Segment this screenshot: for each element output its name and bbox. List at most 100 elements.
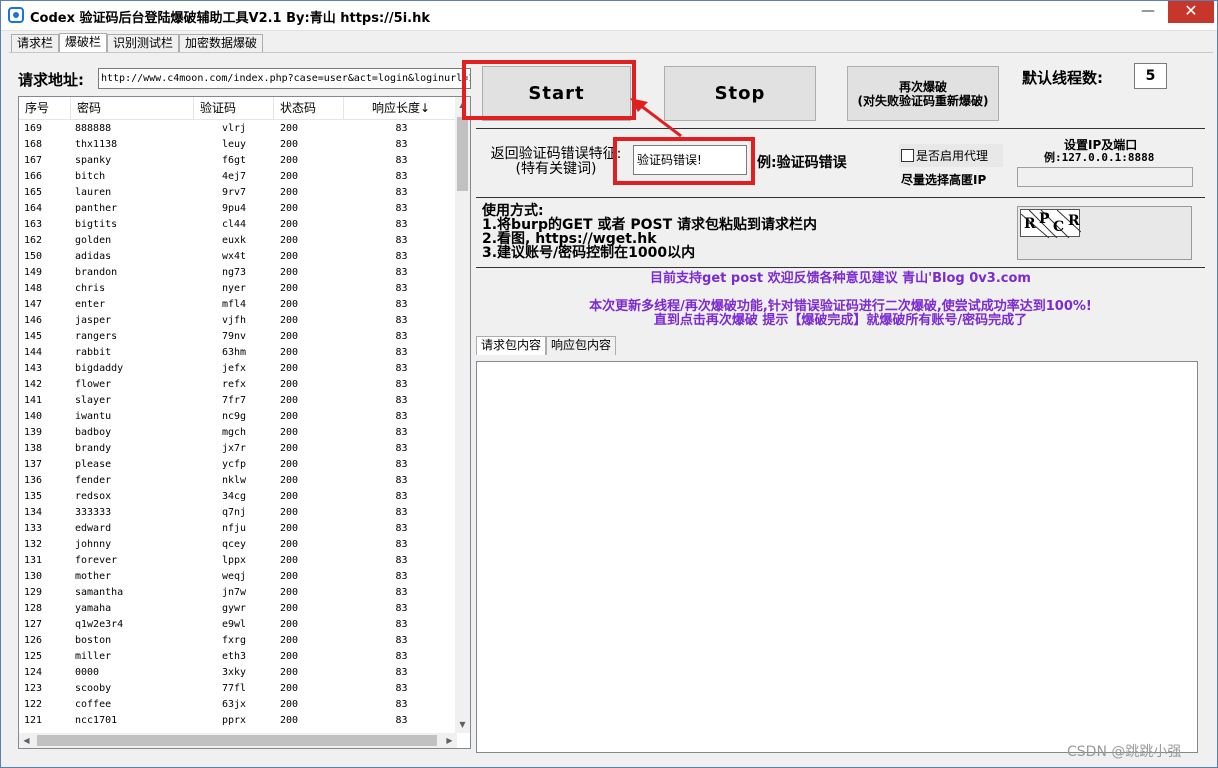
table-row[interactable]: 126 boston fxrg 200 83 [19,633,459,649]
table-row[interactable]: 147 enter mfl4 200 83 [19,297,459,313]
list-rows: 169 888888 vlrj 200 83 168 thx1138 leuy 200 83 167… [19,121,459,729]
vertical-scroll-thumb[interactable] [457,117,468,191]
column-header-password[interactable]: 密码 [71,97,194,119]
table-row[interactable]: 127 q1w2e3r4 e9wl 200 83 [19,617,459,633]
column-header-captcha[interactable]: 验证码 [194,97,274,119]
cell-status: 200 [280,267,299,278]
table-row[interactable]: 134 333333 q7nj 200 83 [19,505,459,521]
packet-content-area[interactable] [476,361,1198,753]
cell-status: 200 [280,587,299,598]
cell-status: 200 [280,379,299,390]
tab-request[interactable]: 请求栏 [11,34,60,52]
table-row[interactable]: 167 spanky f6gt 200 83 [19,153,459,169]
table-row[interactable]: 136 fender nklw 200 83 [19,473,459,489]
cell-status: 200 [280,667,299,678]
cell-captcha: lppx [221,555,247,566]
stop-button[interactable]: Stop [664,66,816,121]
cell-length: 83 [395,123,408,134]
table-row[interactable]: 143 bigdaddy jefx 200 83 [19,361,459,377]
retry-bruteforce-button[interactable]: 再次爆破 (对失败验证码重新爆破) [847,66,999,121]
table-row[interactable]: 146 jasper vjfh 200 83 [19,313,459,329]
minimize-button[interactable]: — [1135,1,1161,23]
usage-line: 2.看图, https://wget.hk [482,231,657,247]
completion-notice: 直到点击再次爆破 提示【爆破完成】就爆破所有账号/密码完成了 [653,313,1028,328]
cell-status: 200 [280,699,299,710]
table-row[interactable]: 164 panther 9pu4 200 83 [19,201,459,217]
table-row[interactable]: 138 brandy jx7r 200 83 [19,441,459,457]
window-title: Codex 验证码后台登陆爆破辅助工具V2.1 By:青山 https://5i… [30,11,430,26]
thread-count-input[interactable]: 5 [1134,63,1167,89]
table-row[interactable]: 139 badboy mgch 200 83 [19,425,459,441]
vertical-scrollbar[interactable]: ▲ ▼ [455,97,470,733]
table-row[interactable]: 166 bitch 4ej7 200 83 [19,169,459,185]
cell-index: 122 [24,699,43,710]
cell-captcha: mfl4 [221,299,247,310]
table-row[interactable]: 169 888888 vlrj 200 83 [19,121,459,137]
scroll-left-icon[interactable]: ◀ [19,733,34,748]
cell-password: coffee [75,699,112,710]
horizontal-scroll-thumb[interactable] [37,735,437,746]
table-row[interactable]: 145 rangers 79nv 200 83 [19,329,459,345]
table-row[interactable]: 162 golden euxk 200 83 [19,233,459,249]
scroll-right-icon[interactable]: ▶ [442,733,457,748]
table-row[interactable]: 148 chris nyer 200 83 [19,281,459,297]
cell-index: 137 [24,459,43,470]
cell-index: 132 [24,539,43,550]
table-row[interactable]: 168 thx1138 leuy 200 83 [19,137,459,153]
table-row[interactable]: 150 adidas wx4t 200 83 [19,249,459,265]
column-header-length[interactable]: 响应长度↓ [344,97,459,119]
cell-status: 200 [280,331,299,342]
cell-password: 0000 [75,667,100,678]
table-row[interactable]: 132 johnny qcey 200 83 [19,537,459,553]
cell-password: scooby [75,683,112,694]
table-row[interactable]: 144 rabbit 63hm 200 83 [19,345,459,361]
proxy-checkbox-row[interactable]: 是否启用代理 [899,144,1003,167]
cell-status: 200 [280,315,299,326]
results-list[interactable]: 序号 密码 验证码 状态码 响应长度↓ 169 888888 vlrj 200 83 16… [18,96,471,749]
scroll-down-icon[interactable]: ▼ [455,717,470,733]
table-row[interactable]: 125 miller eth3 200 83 [19,649,459,665]
cell-length: 83 [395,219,408,230]
tab-request-packet[interactable]: 请求包内容 [476,336,547,355]
main-tabs: 请求栏 爆破栏 识别测试栏 加密数据爆破 [11,33,264,53]
table-row[interactable]: 149 brandon ng73 200 83 [19,265,459,281]
tab-bruteforce[interactable]: 爆破栏 [59,33,108,53]
captcha-char: P [1039,211,1050,227]
table-row[interactable]: 124 0000 3xky 200 83 [19,665,459,681]
table-row[interactable]: 122 coffee 63jx 200 83 [19,697,459,713]
url-input[interactable]: http://www.c4moon.com/index.php?case=use… [98,68,471,89]
column-header-status[interactable]: 状态码 [274,97,344,119]
cell-password: brandy [75,443,112,454]
captcha-char: R [1024,216,1036,232]
cell-status: 200 [280,123,299,134]
ip-port-input[interactable] [1017,167,1193,187]
table-row[interactable]: 137 please ycfp 200 83 [19,457,459,473]
table-row[interactable]: 121 ncc1701 pprx 200 83 [19,713,459,729]
tab-recognition-test[interactable]: 识别测试栏 [107,34,180,52]
cell-status: 200 [280,299,299,310]
table-row[interactable]: 133 edward nfju 200 83 [19,521,459,537]
error-feature-example: 例:验证码错误 [757,155,847,171]
proxy-checkbox[interactable] [901,149,914,162]
table-row[interactable]: 163 bigtits cl44 200 83 [19,217,459,233]
table-row[interactable]: 135 redsox 34cg 200 83 [19,489,459,505]
table-row[interactable]: 131 forever lppx 200 83 [19,553,459,569]
table-row[interactable]: 128 yamaha gywr 200 83 [19,601,459,617]
table-row[interactable]: 142 flower refx 200 83 [19,377,459,393]
table-row[interactable]: 130 mother weqj 200 83 [19,569,459,585]
close-button[interactable]: ✕ [1168,1,1214,23]
tab-encrypted-bruteforce[interactable]: 加密数据爆破 [179,34,264,52]
table-row[interactable]: 141 slayer 7fr7 200 83 [19,393,459,409]
table-row[interactable]: 129 samantha jn7w 200 83 [19,585,459,601]
cell-captcha: ycfp [221,459,247,470]
retry-button-subtitle: (对失败验证码重新爆破) [857,94,989,108]
table-row[interactable]: 165 lauren 9rv7 200 83 [19,185,459,201]
tab-response-packet[interactable]: 响应包内容 [546,336,617,355]
watermark: CSDN @跳跳小强 [1067,744,1182,760]
column-header-index[interactable]: 序号 [19,97,71,119]
cell-captcha: pprx [221,715,247,726]
cell-captcha: mgch [221,427,247,438]
table-row[interactable]: 123 scooby 77fl 200 83 [19,681,459,697]
horizontal-scrollbar[interactable]: ◀ ▶ [19,733,457,748]
table-row[interactable]: 140 iwantu nc9g 200 83 [19,409,459,425]
